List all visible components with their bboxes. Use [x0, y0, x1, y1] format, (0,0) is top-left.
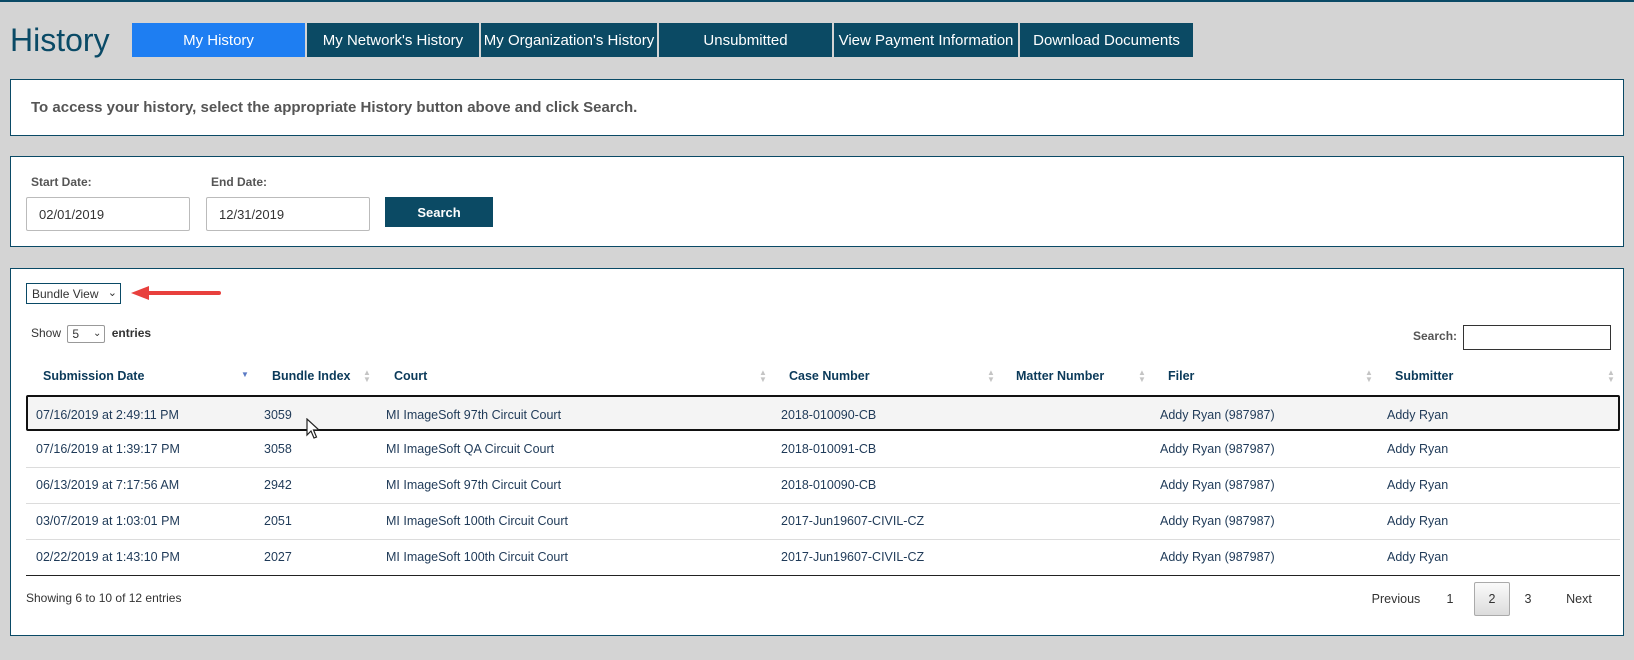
- cell-case-number: 2017-Jun19607-CIVIL-CZ: [781, 550, 925, 564]
- entries-label: entries: [111, 326, 152, 341]
- tab-my-organizations-history[interactable]: My Organization's History: [481, 23, 657, 57]
- sort-icon: ▲ ▼: [759, 368, 767, 384]
- column-submission-date[interactable]: Submission Date: [43, 361, 144, 391]
- entries-value: 5: [72, 327, 80, 341]
- page-header: History My History My Network's History …: [0, 2, 1634, 58]
- table-row[interactable]: 07/16/2019 at 2:49:11 PM 3059 MI ImageSo…: [26, 395, 1620, 431]
- end-date-label: End Date:: [211, 175, 268, 189]
- tab-my-networks-history[interactable]: My Network's History: [307, 23, 479, 57]
- sort-desc-icon: ▼: [241, 370, 249, 379]
- cell-case-number: 2018-010091-CB: [781, 442, 877, 456]
- show-label: Show: [31, 326, 62, 341]
- table-row[interactable]: 02/22/2019 at 1:43:10 PM 2027 MI ImageSo…: [26, 539, 1620, 575]
- view-mode-value: Bundle View: [32, 286, 99, 301]
- table-search-label: Search:: [1413, 329, 1458, 343]
- cell-submitter: Addy Ryan: [1387, 442, 1449, 456]
- cell-court: MI ImageSoft QA Circuit Court: [386, 442, 555, 456]
- table-search-input[interactable]: [1463, 325, 1611, 350]
- column-filer[interactable]: Filer: [1168, 361, 1194, 391]
- cell-filer: Addy Ryan (987987): [1160, 514, 1275, 528]
- search-button[interactable]: Search: [385, 197, 493, 227]
- history-tabs: My History My Network's History My Organ…: [132, 23, 1195, 57]
- cell-bundle-index: 3059: [264, 408, 292, 422]
- cell-submitter: Addy Ryan: [1387, 478, 1449, 492]
- date-search-panel: Start Date: End Date: Search: [10, 156, 1624, 247]
- table-bottom-border: [26, 575, 1620, 576]
- column-matter-number[interactable]: Matter Number: [1016, 361, 1104, 391]
- column-court[interactable]: Court: [394, 361, 427, 391]
- cell-filer: Addy Ryan (987987): [1160, 550, 1275, 564]
- cell-case-number: 2017-Jun19607-CIVIL-CZ: [781, 514, 925, 528]
- start-date-input[interactable]: [26, 197, 190, 231]
- cell-bundle-index: 3058: [264, 442, 292, 456]
- cell-court: MI ImageSoft 97th Circuit Court: [386, 408, 562, 422]
- table-row[interactable]: 07/16/2019 at 1:39:17 PM 3058 MI ImageSo…: [26, 431, 1620, 468]
- mouse-cursor-icon: [306, 418, 320, 439]
- red-arrow-icon: [131, 286, 221, 300]
- info-message: To access your history, select the appro…: [31, 99, 638, 116]
- sort-icon: ▲ ▼: [363, 368, 371, 384]
- sort-icon: ▲ ▼: [987, 368, 995, 384]
- cell-filer: Addy Ryan (987987): [1160, 442, 1275, 456]
- pagination-previous[interactable]: Previous: [1361, 582, 1431, 616]
- cell-submission-date: 06/13/2019 at 7:17:56 AM: [36, 478, 180, 492]
- cell-filer: Addy Ryan (987987): [1160, 478, 1275, 492]
- entries-length-control: Show 5 ⌄ entries: [31, 325, 151, 343]
- column-bundle-index[interactable]: Bundle Index: [272, 361, 350, 391]
- start-date-label: Start Date:: [31, 175, 92, 189]
- cell-submitter: Addy Ryan: [1387, 408, 1449, 422]
- table-info: Showing 6 to 10 of 12 entries: [26, 591, 182, 605]
- chevron-down-icon: ⌄: [92, 328, 102, 339]
- cell-bundle-index: 2051: [264, 514, 292, 528]
- results-panel: Bundle View ⌄ Show 5 ⌄ entries Search: S…: [10, 268, 1624, 636]
- tab-view-payment-information[interactable]: View Payment Information: [834, 23, 1018, 57]
- sort-icon: ▲ ▼: [1138, 368, 1146, 384]
- cell-submission-date: 03/07/2019 at 1:03:01 PM: [36, 514, 180, 528]
- cell-submission-date: 02/22/2019 at 1:43:10 PM: [36, 550, 180, 564]
- table-row[interactable]: 06/13/2019 at 7:17:56 AM 2942 MI ImageSo…: [26, 467, 1620, 504]
- cell-bundle-index: 2942: [264, 478, 292, 492]
- cell-submission-date: 07/16/2019 at 2:49:11 PM: [36, 408, 179, 422]
- cell-court: MI ImageSoft 97th Circuit Court: [386, 478, 562, 492]
- sort-icon: ▲ ▼: [1365, 368, 1373, 384]
- cell-filer: Addy Ryan (987987): [1160, 408, 1275, 422]
- column-submitter[interactable]: Submitter: [1395, 361, 1453, 391]
- pagination-page-3[interactable]: 3: [1516, 582, 1540, 616]
- view-mode-select[interactable]: Bundle View ⌄: [26, 283, 121, 304]
- cell-court: MI ImageSoft 100th Circuit Court: [386, 550, 569, 564]
- info-panel: To access your history, select the appro…: [10, 79, 1624, 136]
- cell-submitter: Addy Ryan: [1387, 550, 1449, 564]
- tab-unsubmitted[interactable]: Unsubmitted: [659, 23, 832, 57]
- cell-case-number: 2018-010090-CB: [781, 478, 877, 492]
- sort-icon: ▲ ▼: [1607, 368, 1615, 384]
- chevron-down-icon: ⌄: [107, 287, 117, 299]
- tab-download-documents[interactable]: Download Documents: [1020, 23, 1193, 57]
- cell-case-number: 2018-010090-CB: [781, 408, 877, 422]
- entries-per-page-select[interactable]: 5 ⌄: [67, 325, 106, 343]
- cell-court: MI ImageSoft 100th Circuit Court: [386, 514, 569, 528]
- column-case-number[interactable]: Case Number: [789, 361, 870, 391]
- cell-submitter: Addy Ryan: [1387, 514, 1449, 528]
- pagination-page-2[interactable]: 2: [1474, 582, 1510, 616]
- table-row[interactable]: 03/07/2019 at 1:03:01 PM 2051 MI ImageSo…: [26, 503, 1620, 540]
- table-header: Submission Date ▼ Bundle Index ▲ ▼ Court …: [26, 361, 1620, 391]
- pagination-next[interactable]: Next: [1556, 582, 1602, 616]
- page-title: History: [10, 22, 110, 58]
- end-date-input[interactable]: [206, 197, 370, 231]
- cell-submission-date: 07/16/2019 at 1:39:17 PM: [36, 442, 180, 456]
- cell-bundle-index: 2027: [264, 550, 292, 564]
- pagination-page-1[interactable]: 1: [1438, 582, 1462, 616]
- tab-my-history[interactable]: My History: [132, 23, 305, 57]
